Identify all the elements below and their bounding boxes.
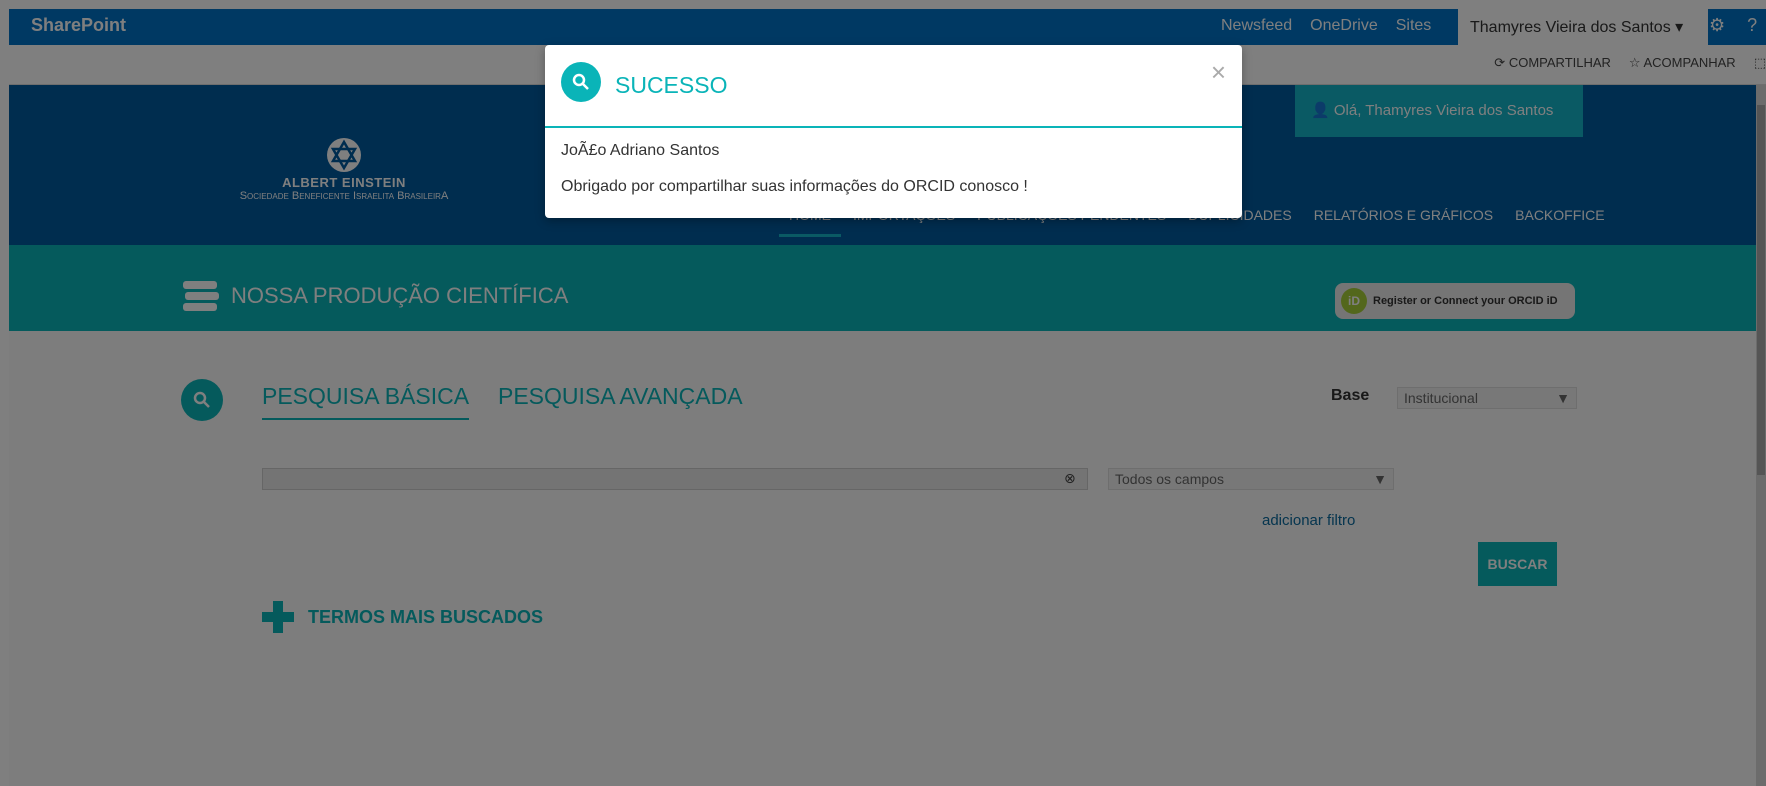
dialog-title: SUCESSO [615,72,728,98]
search-icon [561,62,601,102]
success-dialog: SUCESSO × JoÃ£o Adriano Santos Obrigado … [545,45,1242,218]
dialog-message: Obrigado por compartilhar suas informaçõ… [561,178,1028,195]
close-icon[interactable]: × [1211,57,1226,88]
dialog-header: SUCESSO × [545,45,1242,128]
dialog-name: JoÃ£o Adriano Santos [561,142,720,159]
